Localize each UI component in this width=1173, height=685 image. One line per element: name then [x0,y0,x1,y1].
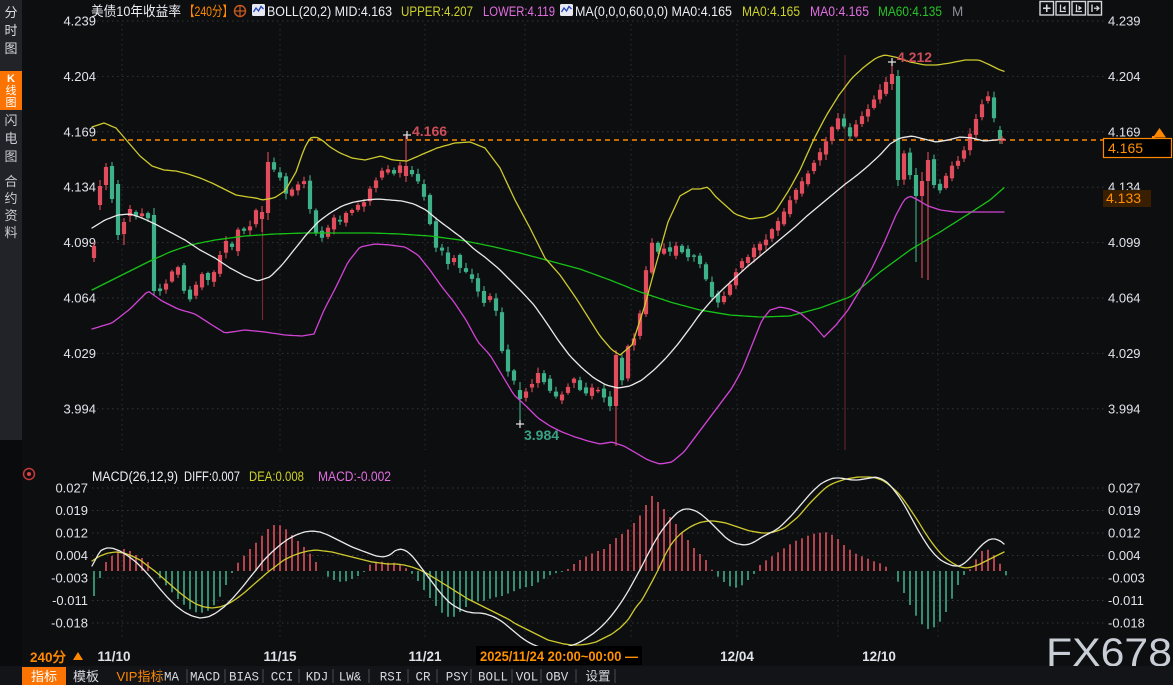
svg-text:4.029: 4.029 [1108,346,1141,361]
svg-text:-0.011: -0.011 [1108,593,1144,608]
svg-text:0.004: 0.004 [1108,548,1141,563]
svg-text:【240分】: 【240分】 [184,4,233,19]
svg-text:0.019: 0.019 [1108,503,1141,518]
svg-text:4.029: 4.029 [63,346,96,361]
svg-text:设置: 设置 [585,669,610,684]
svg-text:线: 线 [6,83,17,97]
svg-text:-0.003: -0.003 [51,571,88,586]
svg-text:BIAS: BIAS [229,671,259,685]
svg-text:PSY: PSY [446,671,469,685]
svg-text:KDJ: KDJ [306,671,329,685]
svg-text:BOLL(20,2) MID:4.163: BOLL(20,2) MID:4.163 [267,4,392,19]
svg-text:模板: 模板 [73,669,99,684]
svg-text:资: 资 [4,208,17,223]
svg-text:0.027: 0.027 [55,481,88,496]
svg-text:11/21: 11/21 [408,649,442,664]
svg-text:-0.011: -0.011 [52,593,88,608]
svg-text:M: M [952,4,963,19]
svg-text:时: 时 [4,23,17,38]
svg-text:240分: 240分 [30,650,67,665]
svg-text:K: K [7,73,15,85]
svg-text:DEA:0.008: DEA:0.008 [249,469,304,484]
svg-text:11/10: 11/10 [97,649,130,664]
svg-text:4.166: 4.166 [412,123,447,139]
svg-text:0.019: 0.019 [55,503,88,518]
svg-text:指标: 指标 [31,669,57,684]
svg-text:11/15: 11/15 [263,649,297,664]
svg-text:4.239: 4.239 [1108,14,1141,29]
svg-text:VOL: VOL [516,671,539,685]
svg-text:4.064: 4.064 [63,291,96,306]
svg-text:DIFF:0.007: DIFF:0.007 [184,469,240,484]
svg-text:MACD: MACD [190,671,220,685]
svg-text:电: 电 [4,131,17,146]
svg-text:MA(0,0,0,60,0,0) MA0:4.165: MA(0,0,0,60,0,0) MA0:4.165 [575,4,732,19]
svg-text:4.204: 4.204 [1108,69,1141,84]
svg-text:4.099: 4.099 [1108,235,1141,250]
svg-text:UPPER:4.207: UPPER:4.207 [401,4,473,19]
svg-text:图: 图 [4,41,17,56]
svg-text:闪: 闪 [4,113,17,128]
svg-text:-0.018: -0.018 [51,616,88,631]
svg-text:CCI: CCI [271,671,294,685]
svg-text:MA0:4.165: MA0:4.165 [810,4,869,19]
svg-text:图: 图 [4,149,17,164]
svg-text:0.004: 0.004 [55,548,88,563]
svg-text:4.165: 4.165 [1108,140,1143,156]
svg-text:RSI: RSI [380,671,403,685]
svg-text:LOWER:4.119: LOWER:4.119 [483,4,555,19]
svg-text:4.204: 4.204 [63,69,96,84]
svg-text:MACD:-0.002: MACD:-0.002 [318,469,391,484]
svg-text:4.169: 4.169 [1108,124,1141,139]
svg-text:MA0:4.165: MA0:4.165 [742,4,800,19]
svg-text:BOLL: BOLL [478,671,508,685]
svg-text:MA: MA [164,671,180,685]
svg-text:2025/11/24 20:00~00:00 —: 2025/11/24 20:00~00:00 — [480,649,638,664]
svg-text:MACD(26,12,9): MACD(26,12,9) [92,469,178,484]
svg-text:OBV: OBV [546,671,569,685]
svg-text:图: 图 [6,96,17,109]
svg-text:-0.003: -0.003 [1108,571,1145,586]
svg-text:4.212: 4.212 [897,49,932,65]
svg-text:0.012: 0.012 [1108,526,1141,541]
svg-text:LW&: LW& [339,671,362,685]
svg-text:3.984: 3.984 [524,427,559,443]
svg-text:约: 约 [4,191,17,206]
svg-text:3.994: 3.994 [63,401,96,416]
svg-text:合: 合 [4,174,17,189]
svg-text:分: 分 [4,5,17,20]
svg-text:12/04: 12/04 [720,649,754,664]
svg-text:4.099: 4.099 [63,235,96,250]
svg-text:MA60:4.135: MA60:4.135 [878,4,942,19]
svg-text:4.064: 4.064 [1108,291,1141,306]
svg-text:12/10: 12/10 [862,649,896,664]
svg-text:3.994: 3.994 [1108,401,1141,416]
svg-text:4.134: 4.134 [63,180,96,195]
svg-text:料: 料 [4,225,17,240]
svg-text:CR: CR [415,671,431,685]
svg-text:VIP指标: VIP指标 [117,669,164,684]
svg-text:0.012: 0.012 [55,526,88,541]
svg-text:4.169: 4.169 [63,124,96,139]
svg-text:0.027: 0.027 [1108,481,1141,496]
svg-text:美债10年收益率: 美债10年收益率 [91,3,181,19]
svg-text:4.133: 4.133 [1106,190,1141,206]
svg-text:-0.018: -0.018 [1108,616,1145,631]
